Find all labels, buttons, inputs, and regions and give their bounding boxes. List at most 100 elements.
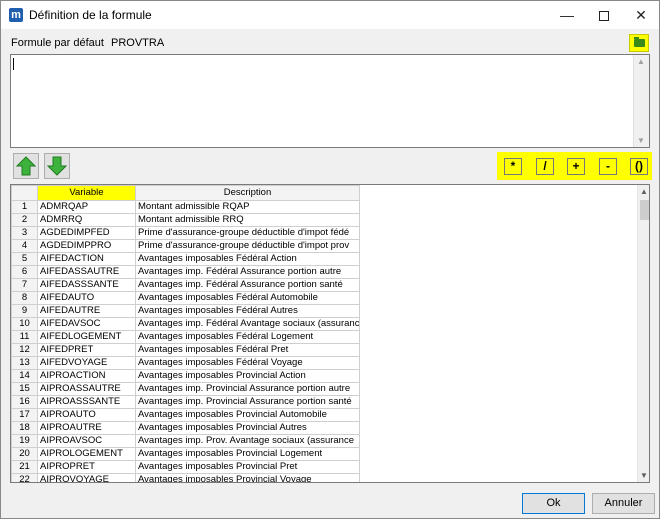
description-cell[interactable]: Avantages imposables Fédéral Autres — [135, 304, 360, 318]
description-cell[interactable]: Avantages imposables Provincial Voyage — [135, 473, 360, 482]
row-number-cell[interactable]: 17 — [11, 408, 38, 422]
scroll-up-icon[interactable]: ▲ — [637, 57, 645, 66]
scroll-down-icon[interactable]: ▼ — [640, 471, 648, 480]
row-number-cell[interactable]: 7 — [11, 278, 38, 292]
description-cell[interactable]: Avantages imp. Fédéral Assurance portion… — [135, 265, 360, 279]
variable-cell[interactable]: AIFEDAUTRE — [37, 304, 136, 318]
variable-cell[interactable]: AIPROPRET — [37, 460, 136, 474]
table-row[interactable]: 10 AIFEDAVSOC Avantages imp. Fédéral Avant… — [11, 317, 360, 331]
description-cell[interactable]: Avantages imp. Provincial Assurance port… — [135, 382, 360, 396]
table-row[interactable]: 22 AIPROVOYAGE Avantages imposables Provin… — [11, 473, 360, 482]
variable-cell[interactable]: AIPROLOGEMENT — [37, 447, 136, 461]
variable-cell[interactable]: AIPROASSAUTRE — [37, 382, 136, 396]
row-number-cell[interactable]: 12 — [11, 343, 38, 357]
row-number-cell[interactable]: 3 — [11, 226, 38, 240]
ok-button[interactable]: Ok — [522, 493, 585, 514]
grid-scrollbar[interactable]: ▲ ▼ — [637, 185, 649, 482]
formula-scrollbar[interactable]: ▲ ▼ — [633, 55, 649, 147]
table-row[interactable]: 8 AIFEDAUTO Avantages imposables Fédéral A… — [11, 291, 360, 305]
row-number-cell[interactable]: 15 — [11, 382, 38, 396]
description-cell[interactable]: Avantages imposables Provincial Automobi… — [135, 408, 360, 422]
move-up-button[interactable] — [13, 153, 39, 179]
row-number-cell[interactable]: 1 — [11, 200, 38, 214]
description-cell[interactable]: Montant admissible RQAP — [135, 200, 360, 214]
variable-cell[interactable]: AIPROACTION — [37, 369, 136, 383]
table-row[interactable]: 17 AIPROAUTO Avantages imposables Provinci… — [11, 408, 360, 422]
open-folder-button[interactable] — [629, 34, 649, 52]
description-cell[interactable]: Avantages imp. Fédéral Assurance portion… — [135, 278, 360, 292]
description-cell[interactable]: Avantages imposables Provincial Action — [135, 369, 360, 383]
row-number-cell[interactable]: 14 — [11, 369, 38, 383]
description-cell[interactable]: Avantages imp. Prov. Avantage sociaux (a… — [135, 434, 360, 448]
formula-textarea[interactable]: ▲ ▼ — [10, 54, 650, 148]
table-row[interactable]: 21 AIPROPRET Avantages imposables Provinci… — [11, 460, 360, 474]
table-row[interactable]: 6 AIFEDASSAUTRE Avantages imp. Fédéral Ass… — [11, 265, 360, 279]
move-down-button[interactable] — [44, 153, 70, 179]
table-row[interactable]: 12 AIFEDPRET Avantages imposables Fédéral … — [11, 343, 360, 357]
multiply-button[interactable]: * — [504, 158, 522, 175]
row-number-cell[interactable]: 19 — [11, 434, 38, 448]
variable-cell[interactable]: AIFEDASSSANTE — [37, 278, 136, 292]
row-number-cell[interactable]: 9 — [11, 304, 38, 318]
row-number-cell[interactable]: 2 — [11, 213, 38, 227]
table-row[interactable]: 7 AIFEDASSSANTE Avantages imp. Fédéral Ass… — [11, 278, 360, 292]
table-row[interactable]: 2 ADMRRQ Montant admissible RRQ — [11, 213, 360, 227]
cancel-button[interactable]: Annuler — [592, 493, 655, 514]
parentheses-button[interactable]: () — [630, 158, 648, 175]
variable-cell[interactable]: AIPROASSSANTE — [37, 395, 136, 409]
variable-cell[interactable]: AGDEDIMPPRO — [37, 239, 136, 253]
row-number-cell[interactable]: 20 — [11, 447, 38, 461]
description-cell[interactable]: Avantages imposables Fédéral Logement — [135, 330, 360, 344]
row-number-cell[interactable]: 13 — [11, 356, 38, 370]
table-row[interactable]: 15 AIPROASSAUTRE Avantages imp. Provincial… — [11, 382, 360, 396]
table-row[interactable]: 11 AIFEDLOGEMENT Avantages imposables Fédé… — [11, 330, 360, 344]
description-cell[interactable]: Avantages imposables Fédéral Voyage — [135, 356, 360, 370]
title-bar[interactable]: m Définition de la formule — ✕ — [1, 1, 659, 29]
divide-button[interactable]: / — [536, 158, 554, 175]
table-row[interactable]: 20 AIPROLOGEMENT Avantages imposables Prov… — [11, 447, 360, 461]
row-number-cell[interactable]: 6 — [11, 265, 38, 279]
table-row[interactable]: 16 AIPROASSSANTE Avantages imp. Provincial… — [11, 395, 360, 409]
table-row[interactable]: 13 AIFEDVOYAGE Avantages imposables Fédéra… — [11, 356, 360, 370]
scroll-down-icon[interactable]: ▼ — [637, 136, 645, 145]
description-column-header[interactable]: Description — [135, 185, 360, 201]
scroll-thumb[interactable] — [640, 200, 649, 220]
variable-cell[interactable]: AGDEDIMPFED — [37, 226, 136, 240]
row-number-cell[interactable]: 10 — [11, 317, 38, 331]
row-number-cell[interactable]: 16 — [11, 395, 38, 409]
row-number-cell[interactable]: 22 — [11, 473, 38, 482]
variable-cell[interactable]: ADMRQAP — [37, 200, 136, 214]
variable-cell[interactable]: AIPROAUTO — [37, 408, 136, 422]
variable-column-header[interactable]: Variable — [37, 185, 136, 201]
table-row[interactable]: 14 AIPROACTION Avantages imposables Provin… — [11, 369, 360, 383]
table-row[interactable]: 3 AGDEDIMPFED Prime d'assurance-groupe déd… — [11, 226, 360, 240]
scroll-up-icon[interactable]: ▲ — [640, 187, 648, 196]
description-cell[interactable]: Avantages imposables Provincial Pret — [135, 460, 360, 474]
row-number-cell[interactable]: 21 — [11, 460, 38, 474]
description-cell[interactable]: Montant admissible RRQ — [135, 213, 360, 227]
description-cell[interactable]: Avantages imp. Provincial Assurance port… — [135, 395, 360, 409]
row-number-cell[interactable]: 5 — [11, 252, 38, 266]
variable-cell[interactable]: ADMRRQ — [37, 213, 136, 227]
table-row[interactable]: 19 AIPROAVSOC Avantages imp. Prov. Avantag… — [11, 434, 360, 448]
variable-cell[interactable]: AIPROAVSOC — [37, 434, 136, 448]
table-row[interactable]: 1 ADMRQAP Montant admissible RQAP — [11, 200, 360, 214]
row-number-cell[interactable]: 8 — [11, 291, 38, 305]
description-cell[interactable]: Prime d'assurance-groupe déductible d'im… — [135, 239, 360, 253]
variable-cell[interactable]: AIPROVOYAGE — [37, 473, 136, 482]
variable-cell[interactable]: AIFEDASSAUTRE — [37, 265, 136, 279]
add-button[interactable]: + — [567, 158, 585, 175]
table-row[interactable]: 4 AGDEDIMPPRO Prime d'assurance-groupe déd… — [11, 239, 360, 253]
row-number-cell[interactable]: 18 — [11, 421, 38, 435]
variable-cell[interactable]: AIFEDVOYAGE — [37, 356, 136, 370]
table-row[interactable]: 5 AIFEDACTION Avantages imposables Fédéral… — [11, 252, 360, 266]
description-cell[interactable]: Avantages imposables Fédéral Action — [135, 252, 360, 266]
variable-cell[interactable]: AIPROAUTRE — [37, 421, 136, 435]
description-cell[interactable]: Avantages imposables Provincial Autres — [135, 421, 360, 435]
variable-cell[interactable]: AIFEDAVSOC — [37, 317, 136, 331]
minimize-button[interactable]: — — [549, 1, 585, 29]
table-row[interactable]: 9 AIFEDAUTRE Avantages imposables Fédéral … — [11, 304, 360, 318]
variable-cell[interactable]: AIFEDACTION — [37, 252, 136, 266]
variable-cell[interactable]: AIFEDLOGEMENT — [37, 330, 136, 344]
variable-cell[interactable]: AIFEDPRET — [37, 343, 136, 357]
